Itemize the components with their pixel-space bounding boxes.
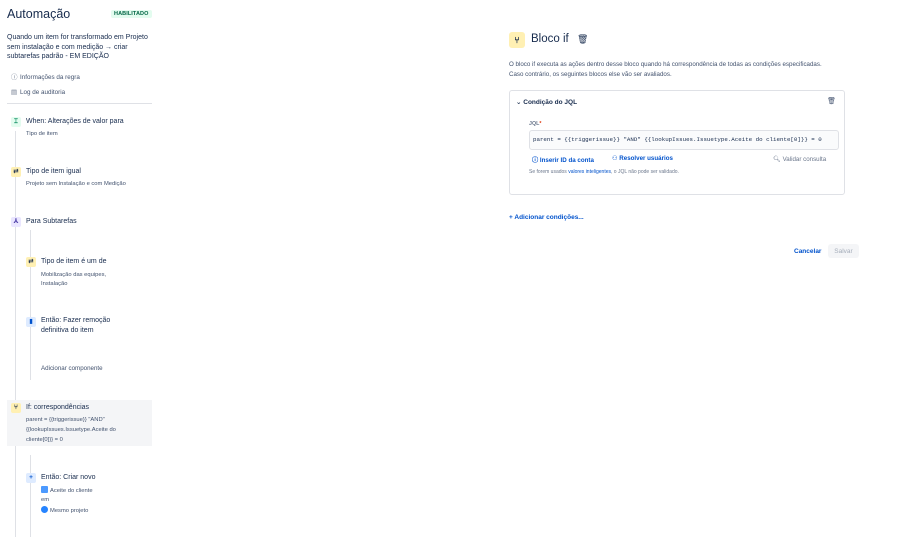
jql-input[interactable]: parent = {{triggerissue}} "AND" {{lookup… — [529, 130, 839, 150]
condition-icon: ⑂ — [509, 32, 525, 48]
shuffle-icon: ⇄ — [11, 167, 21, 177]
search-icon: 🔍︎ — [773, 156, 781, 163]
header: Automação HABILITADO — [7, 7, 152, 25]
status-badge: HABILITADO — [111, 10, 152, 18]
if-block-line-2: {{lookupIssues.Issuetype.Aceite do — [26, 427, 116, 433]
chevron-down-icon: ⌄ — [516, 99, 522, 106]
panel-description-line-2: Caso contrário, os seguintes blocos else… — [509, 70, 672, 78]
audit-log-link[interactable]: ▤ Log de auditoria — [11, 88, 65, 96]
delete-action-title-1: Então: Fazer remoção — [41, 317, 111, 324]
rule-name[interactable]: Quando um item for transformado em Proje… — [7, 33, 152, 62]
create-action-type-label: Aceite do cliente — [50, 488, 93, 494]
rule-sidebar: Automação HABILITADO Quando um item for … — [0, 0, 152, 538]
create-action-in: em — [41, 497, 50, 503]
condition-2-subtitle-1: Mobilização das equipes, — [41, 272, 107, 278]
trash-icon[interactable]: 🗑 — [577, 34, 588, 45]
add-conditions-button[interactable]: + Adicionar condições... — [509, 214, 584, 221]
info-icon: ⓘ — [532, 157, 539, 164]
issue-type-icon — [41, 486, 48, 493]
if-block-line-3: cliente[0]}} = 0 — [26, 437, 63, 443]
delete-action-title-2: definitiva do item — [41, 327, 94, 334]
validate-query-button[interactable]: 🔍︎ Validar consulta — [773, 155, 826, 163]
jql-condition-card: ⌄ Condição do JQL 🗑 JQL* parent = {{trig… — [509, 90, 845, 195]
users-icon: ⚇ — [612, 155, 618, 162]
jql-condition-header: Condição do JQL — [523, 99, 578, 106]
trigger-title: When: Alterações de valor para — [26, 118, 124, 125]
condition-2-subtitle-2: Instalação — [41, 281, 68, 287]
if-block-line-1: parent = {{triggerissue}} "AND" — [26, 417, 105, 423]
smart-values-link[interactable]: valores inteligentes — [568, 169, 611, 175]
trash-icon[interactable]: 🗑 — [827, 97, 836, 105]
rule-details-label: Informações da regra — [20, 74, 80, 81]
page-title: Automação — [7, 7, 71, 21]
info-icon: ⓘ — [11, 74, 18, 81]
jql-condition-toggle[interactable]: ⌄ Condição do JQL — [516, 98, 577, 106]
audit-log-label: Log de auditoria — [20, 89, 66, 96]
component-rail — [15, 131, 16, 537]
resolve-users-button[interactable]: ⚇ Resolver usuários — [612, 155, 673, 162]
condition-1-subtitle: Projeto sem Instalação e com Medição — [26, 181, 126, 187]
create-action-type: Aceite do cliente — [41, 486, 93, 495]
condition-2-title: Tipo de item é um de — [41, 258, 107, 265]
trash-icon: ▮ — [26, 317, 36, 327]
shuffle-icon: ⇄ — [26, 257, 36, 267]
condition-1-title: Tipo de item igual — [26, 168, 81, 175]
condition-icon: ⑂ — [11, 403, 21, 413]
panel-title: Bloco if — [531, 33, 569, 45]
create-action-project: Mesmo projeto — [41, 506, 88, 515]
branch-icon: ⅄ — [11, 217, 21, 227]
plus-icon: + — [509, 214, 513, 221]
insert-account-id-button[interactable]: ⓘ Inserir ID da conta — [532, 155, 594, 164]
cancel-button[interactable]: Cancelar — [792, 245, 823, 258]
if-block-title: If: correspondências — [26, 404, 90, 411]
jql-field-label: JQL* — [529, 121, 542, 127]
trigger-subtitle: Tipo de item — [26, 131, 58, 137]
create-action-title: Então: Criar novo — [41, 474, 96, 481]
panel-description-line-1: O bloco if executa as ações dentro desse… — [509, 61, 822, 68]
branch-rail — [30, 230, 31, 380]
lightning-icon: ⌶ — [11, 117, 21, 127]
divider — [7, 103, 152, 104]
document-icon: ▤ — [11, 89, 18, 96]
smart-values-hint: Se forem usados valores inteligentes, o … — [529, 169, 679, 175]
add-component-link[interactable]: Adicionar componente — [41, 365, 103, 373]
globe-icon — [41, 506, 48, 513]
save-button[interactable]: Salvar — [828, 244, 859, 258]
create-action-project-label: Mesmo projeto — [50, 508, 89, 514]
if-rail — [30, 455, 31, 537]
rule-details-link[interactable]: ⓘ Informações da regra — [11, 71, 80, 81]
panel-description: O bloco if executa as ações dentro desse… — [509, 60, 869, 79]
plus-icon: + — [26, 473, 36, 483]
branch-title: Para Subtarefas — [26, 218, 77, 225]
